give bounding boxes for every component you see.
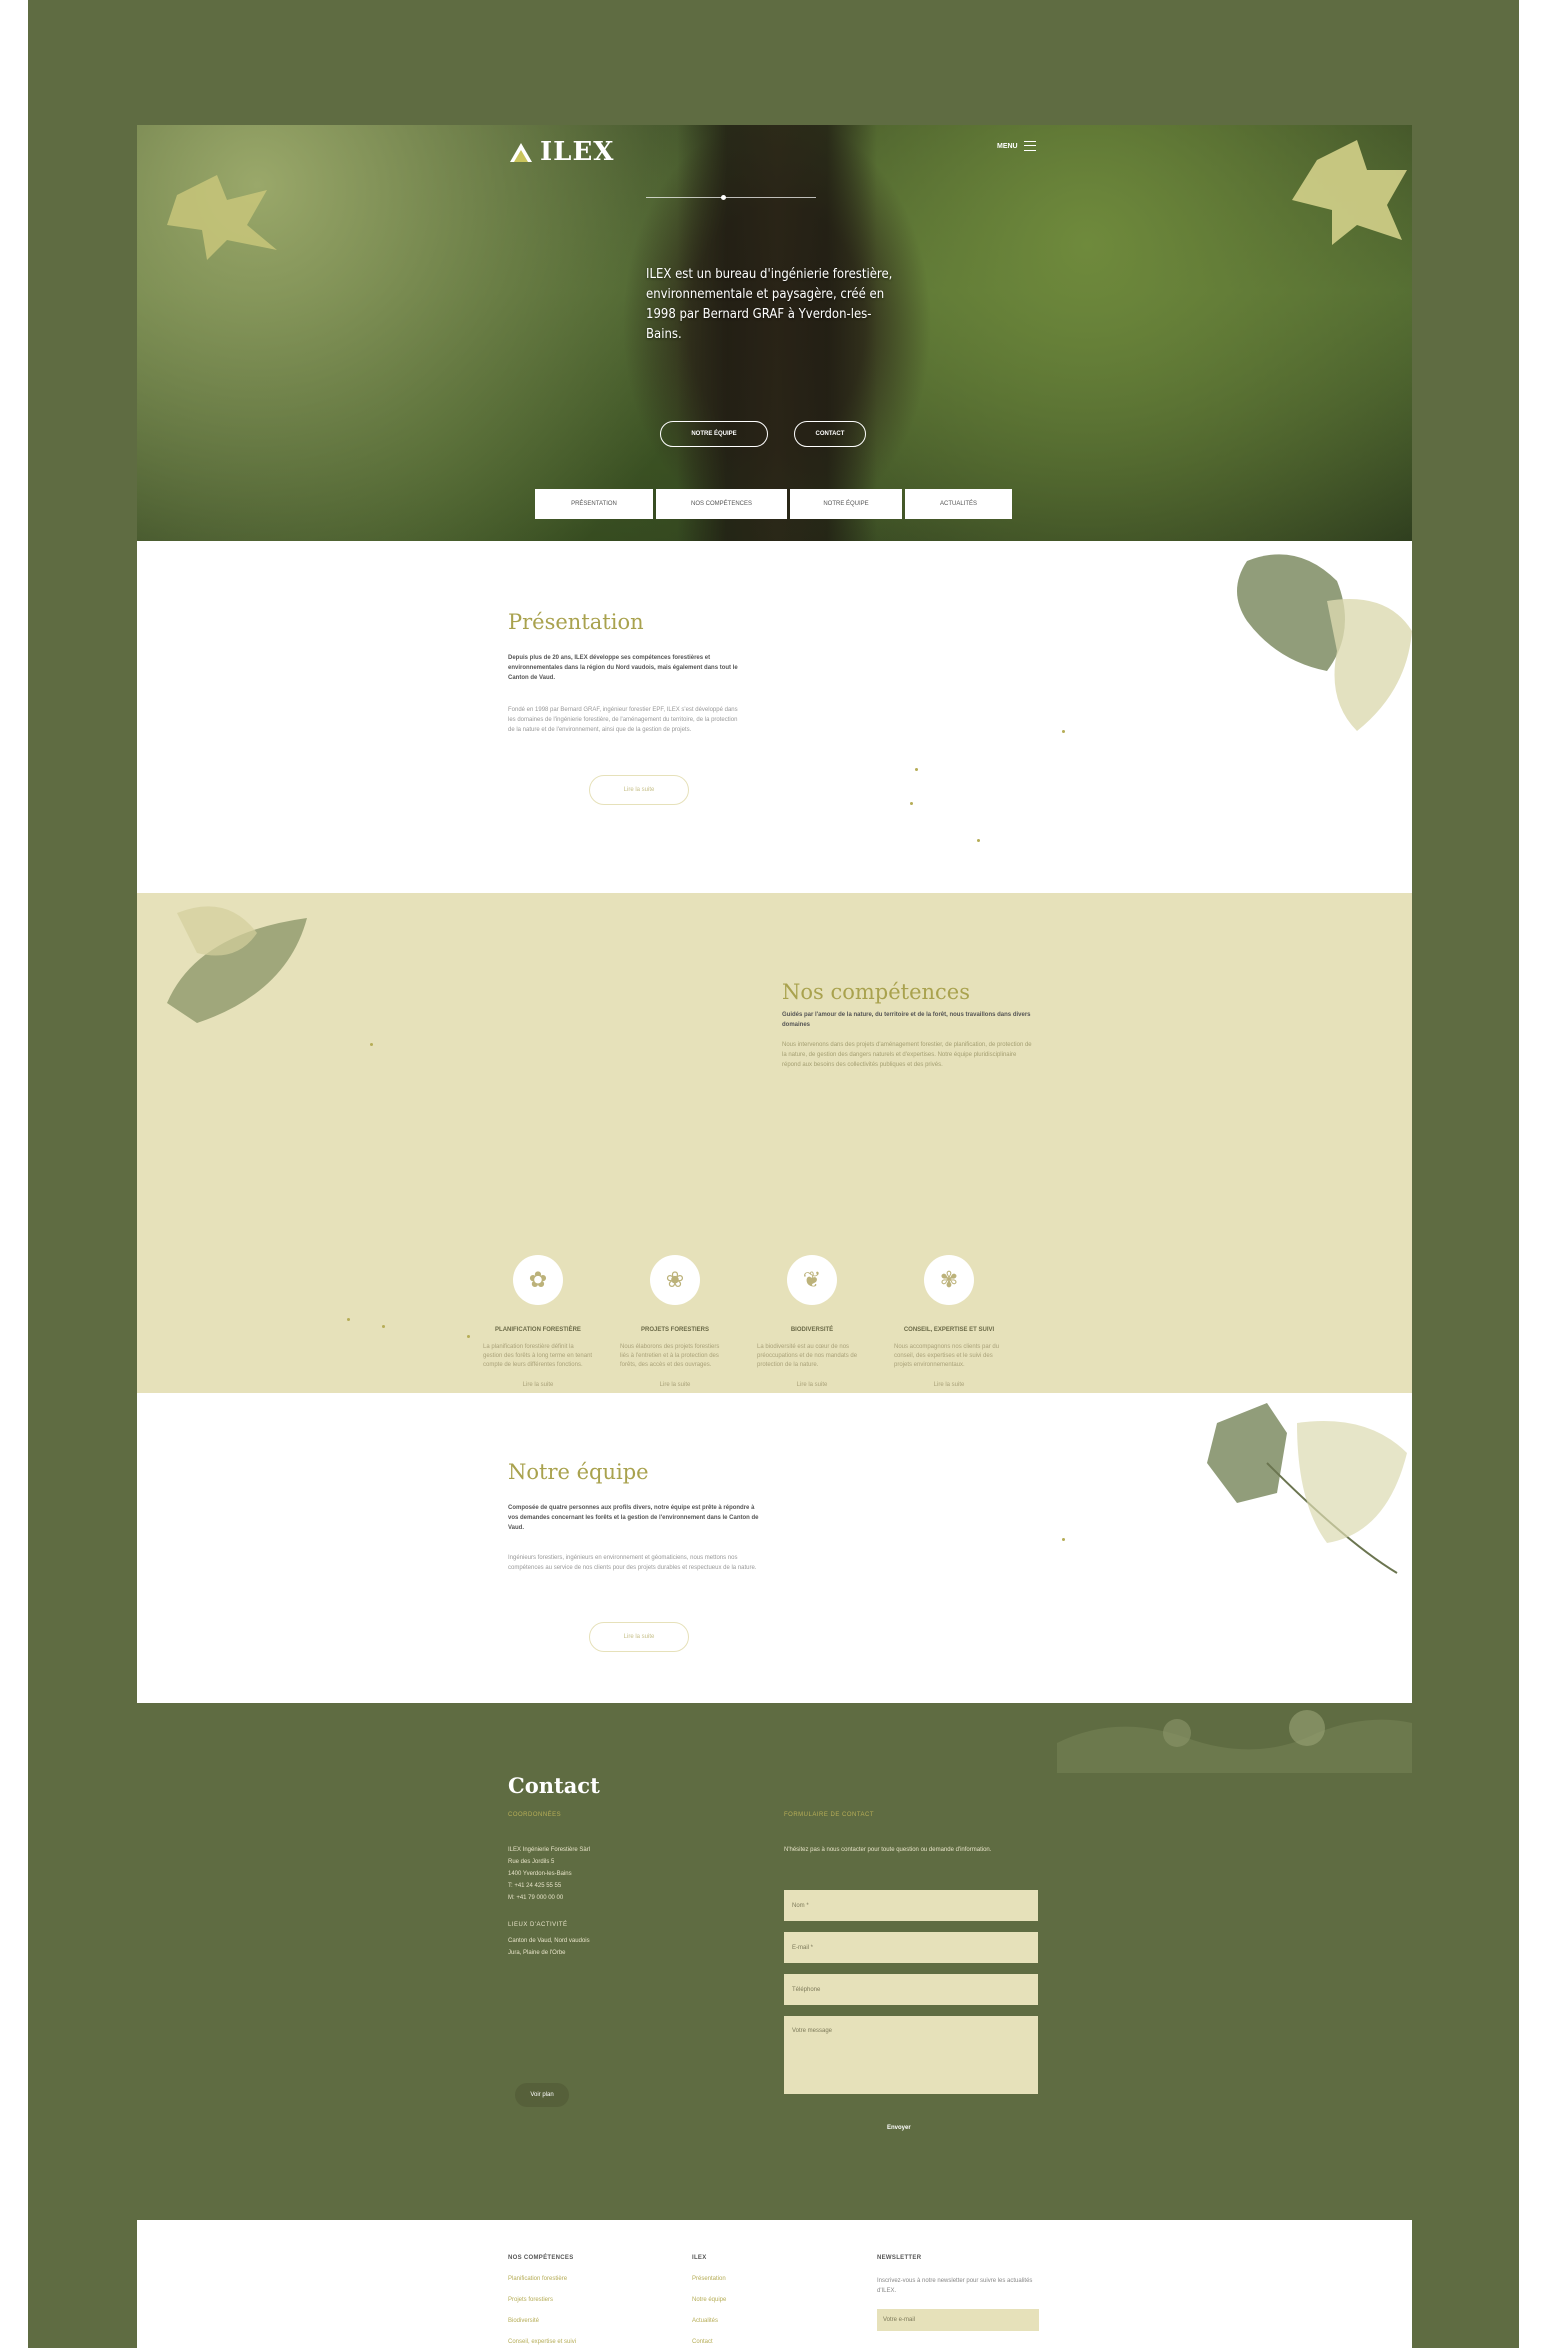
decor-speck bbox=[467, 1335, 470, 1338]
map-button[interactable]: Voir plan bbox=[515, 2083, 569, 2107]
ivy-leaf-icon bbox=[1207, 1403, 1407, 1574]
presentation-lead: Depuis plus de 20 ans, ILEX développe se… bbox=[508, 655, 738, 681]
competence-title: CONSEIL, EXPERTISE ET SUIVI bbox=[903, 1327, 995, 1333]
phone-field[interactable]: Téléphone bbox=[784, 1974, 1038, 2005]
decor-speck bbox=[915, 768, 918, 771]
coords-line: ILEX Ingénierie Forestière Sàrl bbox=[508, 1847, 591, 1853]
forest-project-icon: ❀ bbox=[650, 1255, 700, 1305]
presentation-title: Présentation bbox=[508, 610, 644, 634]
decor-speck bbox=[1062, 730, 1065, 733]
coords-line: Rue des Jordils 5 bbox=[508, 1859, 555, 1865]
competence-read-more-link[interactable]: Lire la suite bbox=[894, 1382, 1004, 1388]
competence-title: BIODIVERSITÉ bbox=[790, 1327, 834, 1333]
competence-read-more-link[interactable]: Lire la suite bbox=[483, 1382, 593, 1388]
site-logo[interactable]: ILEX bbox=[508, 137, 614, 167]
competence-title: PLANIFICATION FORESTIÈRE bbox=[495, 1327, 581, 1333]
footer-link[interactable]: Contact bbox=[692, 2339, 713, 2345]
hero-contact-button[interactable]: CONTACT bbox=[794, 421, 866, 447]
name-field[interactable]: Nom * bbox=[784, 1890, 1038, 1921]
competence-read-more-link[interactable]: Lire la suite bbox=[620, 1382, 730, 1388]
footer-link[interactable]: Planification forestière bbox=[508, 2276, 567, 2282]
competence-card: ❦ BIODIVERSITÉ La biodiversité est au cœ… bbox=[757, 1255, 867, 1388]
tab-competences[interactable]: NOS COMPÉTENCES bbox=[656, 489, 787, 519]
presentation-section bbox=[137, 541, 1412, 893]
footer-link[interactable]: Biodiversité bbox=[508, 2318, 539, 2324]
section-tabs: PRÉSENTATION NOS COMPÉTENCES NOTRE ÉQUIP… bbox=[535, 489, 1012, 519]
hero-divider bbox=[646, 197, 816, 198]
competence-title: PROJETS FORESTIERS bbox=[640, 1327, 709, 1333]
contact-title: Contact bbox=[508, 1773, 600, 1798]
team-read-more-button[interactable]: Lire la suite bbox=[589, 1622, 689, 1652]
holly-leaf-icon bbox=[1237, 554, 1412, 731]
tab-presentation[interactable]: PRÉSENTATION bbox=[535, 489, 653, 519]
tab-news[interactable]: ACTUALITÉS bbox=[905, 489, 1012, 519]
footer-link[interactable]: Présentation bbox=[692, 2276, 726, 2282]
coords-line: M: +41 79 000 00 00 bbox=[508, 1895, 564, 1901]
presentation-read-more-button[interactable]: Lire la suite bbox=[589, 775, 689, 805]
website-preview: ILEX MENU ILEX est un bureau d'ingénieri… bbox=[137, 125, 1412, 2348]
footer-link[interactable]: Actualités bbox=[692, 2318, 718, 2324]
footer-link[interactable]: Notre équipe bbox=[692, 2297, 726, 2303]
maple-leaf-icon bbox=[1292, 140, 1407, 245]
team-body: Ingénieurs forestiers, ingénieurs en env… bbox=[508, 1555, 757, 1571]
footer-competences-heading: NOS COMPÉTENCES bbox=[508, 2255, 574, 2261]
biodiversity-icon: ❦ bbox=[787, 1255, 837, 1305]
competence-card: ❀ PROJETS FORESTIERS Nous élaborons des … bbox=[620, 1255, 730, 1388]
email-field[interactable]: E-mail * bbox=[784, 1932, 1038, 1963]
footer-ilex-heading: ILEX bbox=[692, 2255, 707, 2261]
decor-speck bbox=[1062, 1538, 1065, 1541]
activity-heading: LIEUX D'ACTIVITÉ bbox=[508, 1922, 568, 1928]
competence-desc: La planification forestière définit la g… bbox=[483, 1344, 593, 1368]
competences-title: Nos compétences bbox=[782, 980, 971, 1004]
competence-card: ✾ CONSEIL, EXPERTISE ET SUIVI Nous accom… bbox=[894, 1255, 1004, 1388]
footer-link[interactable]: Projets forestiers bbox=[508, 2297, 553, 2303]
activity-line: Canton de Vaud, Nord vaudois bbox=[508, 1938, 590, 1944]
team-section bbox=[137, 1393, 1412, 1703]
logo-leaf-icon bbox=[510, 143, 532, 162]
maple-leaf-icon bbox=[167, 175, 277, 260]
hero-intro-text: ILEX est un bureau d'ingénierie forestiè… bbox=[646, 267, 893, 342]
leaf-garland-icon bbox=[1057, 1710, 1412, 1773]
message-field[interactable]: Votre message bbox=[784, 2016, 1038, 2094]
activity-line: Jura, Plaine de l'Orbe bbox=[508, 1950, 566, 1956]
logo-text: ILEX bbox=[540, 137, 615, 167]
contact-section bbox=[137, 1703, 1412, 2220]
decor-speck bbox=[370, 1043, 373, 1046]
newsletter-email-input[interactable]: Votre e-mail bbox=[877, 2309, 1039, 2331]
decor-speck bbox=[977, 839, 980, 842]
competence-desc: Nous élaborons des projets forestiers li… bbox=[620, 1344, 720, 1368]
footer-section bbox=[137, 2220, 1412, 2348]
hero-divider-dot bbox=[721, 195, 726, 200]
birch-leaf-icon bbox=[167, 906, 307, 1023]
coords-heading: COORDONNÉES bbox=[508, 1812, 562, 1818]
competence-desc: La biodiversité est au cœur de nos préoc… bbox=[757, 1344, 858, 1368]
form-heading: FORMULAIRE DE CONTACT bbox=[784, 1812, 875, 1818]
coords-line: 1400 Yverdon-les-Bains bbox=[508, 1871, 572, 1877]
competence-desc: Nous accompagnons nos clients par du con… bbox=[894, 1344, 1000, 1368]
expertise-icon: ✾ bbox=[924, 1255, 974, 1305]
coords-line: T: +41 24 425 55 55 bbox=[508, 1883, 562, 1889]
decor-speck bbox=[382, 1325, 385, 1328]
menu-button[interactable]: MENU bbox=[997, 141, 1036, 151]
send-button[interactable]: Envoyer bbox=[887, 2125, 911, 2131]
form-intro: N'hésitez pas à nous contacter pour tout… bbox=[784, 1847, 992, 1853]
decor-speck bbox=[347, 1318, 350, 1321]
hero-team-button[interactable]: NOTRE ÉQUIPE bbox=[660, 421, 768, 447]
hamburger-icon bbox=[1023, 141, 1036, 151]
competence-read-more-link[interactable]: Lire la suite bbox=[757, 1382, 867, 1388]
footer-link[interactable]: Conseil, expertise et suivi bbox=[508, 2339, 576, 2345]
footer-newsletter-heading: NEWSLETTER bbox=[877, 2255, 922, 2261]
competence-card: ✿ PLANIFICATION FORESTIÈRE La planificat… bbox=[483, 1255, 593, 1388]
menu-label: MENU bbox=[997, 142, 1018, 150]
forest-planning-icon: ✿ bbox=[513, 1255, 563, 1305]
tab-team[interactable]: NOTRE ÉQUIPE bbox=[790, 489, 902, 519]
competences-lead: Guidés par l'amour de la nature, du terr… bbox=[782, 1012, 1031, 1028]
competences-body: Nous intervenons dans des projets d'amén… bbox=[782, 1042, 1032, 1068]
team-lead: Composée de quatre personnes aux profils… bbox=[508, 1505, 759, 1531]
team-title: Notre équipe bbox=[508, 1460, 649, 1484]
presentation-body: Fondé en 1998 par Bernard GRAF, ingénieu… bbox=[508, 707, 738, 733]
newsletter-text: Inscrivez-vous à notre newsletter pour s… bbox=[877, 2278, 1033, 2294]
decor-speck bbox=[910, 802, 913, 805]
